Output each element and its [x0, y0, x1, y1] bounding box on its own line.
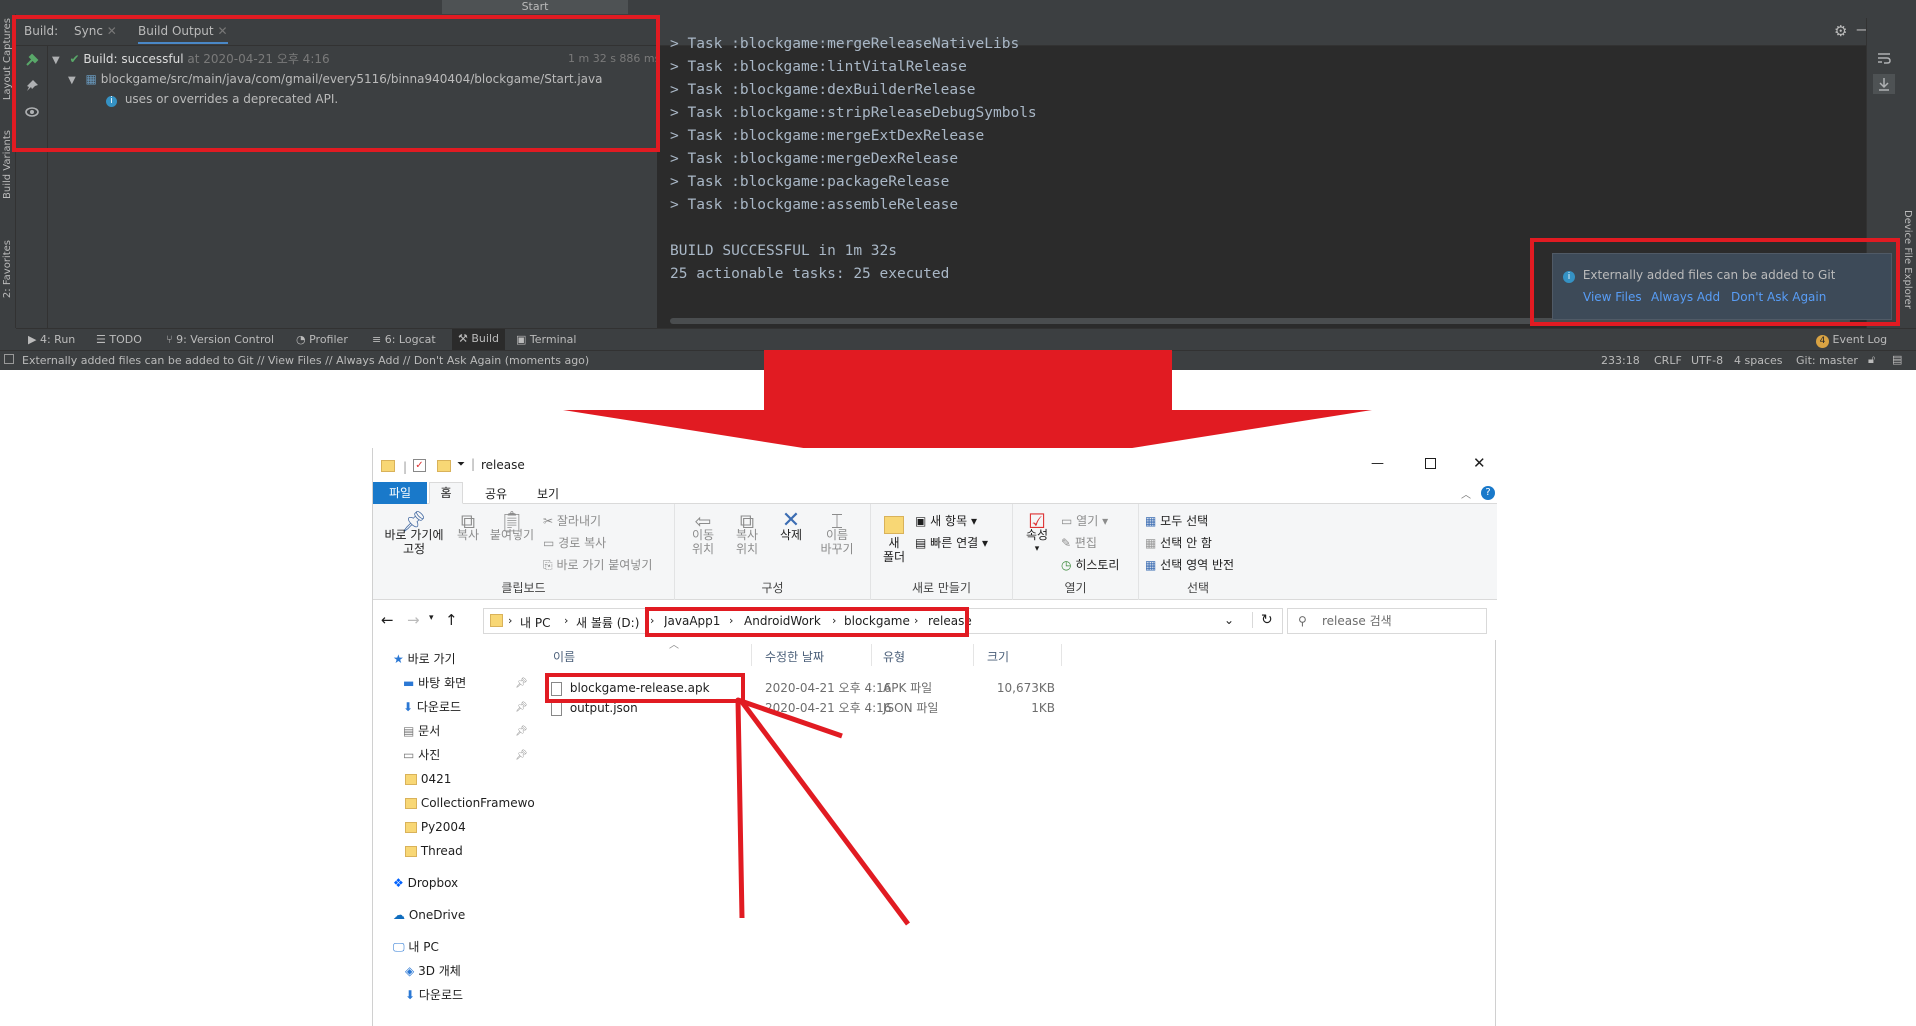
pointer-arrow-shaft: [739, 700, 911, 926]
pointer-arrow-head: [735, 697, 843, 919]
pointer-arrow-annotation: [735, 697, 911, 926]
